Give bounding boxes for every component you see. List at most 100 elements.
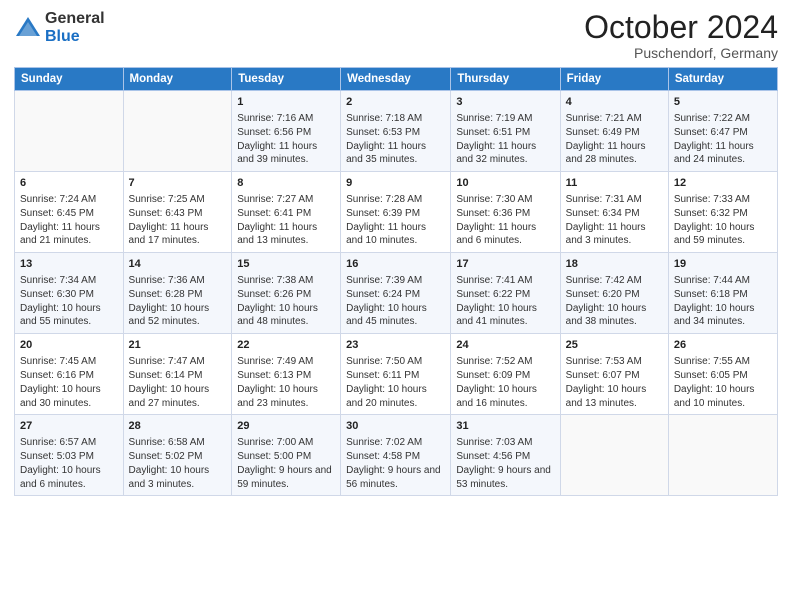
calendar-cell: 9Sunrise: 7:28 AMSunset: 6:39 PMDaylight… [341, 172, 451, 253]
calendar-cell: 11Sunrise: 7:31 AMSunset: 6:34 PMDayligh… [560, 172, 668, 253]
day-info: Sunrise: 7:21 AMSunset: 6:49 PMDaylight:… [566, 112, 663, 167]
day-info: Sunrise: 7:00 AMSunset: 5:00 PMDaylight:… [237, 436, 335, 491]
day-number: 28 [129, 419, 227, 434]
calendar-cell: 17 Sunrise: 7:41 AMSunset: 6:22 PMDayligh… [451, 253, 560, 334]
day-info: Sunrise: 7:34 AMSunset: 6:30 PMDaylight:… [20, 274, 118, 329]
day-info: Sunrise: 7:42 AMSunset: 6:20 PMDaylight:… [566, 274, 663, 329]
day-info: Sunrise: 7:41 AMSunset: 6:22 PMDaylight:… [456, 274, 554, 329]
day-info: Sunrise: 6:58 AMSunset: 5:02 PMDaylight:… [129, 436, 227, 491]
calendar-cell: 21Sunrise: 7:47 AMSunset: 6:14 PMDayligh… [123, 334, 232, 415]
calendar-week-4: 20 Sunrise: 7:45 AMSunset: 6:16 PMDayligh… [15, 334, 778, 415]
calendar-header-row: SundayMondayTuesdayWednesdayThursdayFrid… [15, 68, 778, 91]
day-number: 23 [346, 338, 445, 353]
day-info: Sunrise: 7:27 AMSunset: 6:41 PMDaylight:… [237, 193, 335, 248]
calendar-cell: 20 Sunrise: 7:45 AMSunset: 6:16 PMDayligh… [15, 334, 124, 415]
day-info: Sunrise: 7:44 AMSunset: 6:18 PMDaylight:… [674, 274, 772, 329]
day-info: Sunrise: 7:47 AMSunset: 6:14 PMDaylight:… [129, 355, 227, 410]
title-block: October 2024 Puschendorf, Germany [584, 10, 778, 61]
calendar-cell: 13 Sunrise: 7:34 AMSunset: 6:30 PMDayligh… [15, 253, 124, 334]
day-info: Sunrise: 7:52 AMSunset: 6:09 PMDaylight:… [456, 355, 554, 410]
calendar-week-1: 1Sunrise: 7:16 AMSunset: 6:56 PMDaylight… [15, 91, 778, 172]
calendar-cell: 5 Sunrise: 7:22 AMSunset: 6:47 PMDaylight… [668, 91, 777, 172]
calendar-week-5: 27 Sunrise: 6:57 AMSunset: 5:03 PMDayligh… [15, 415, 778, 496]
day-number: 26 [674, 338, 772, 353]
day-number: 4 [566, 95, 663, 110]
calendar-cell: 18 Sunrise: 7:42 AMSunset: 6:20 PMDayligh… [560, 253, 668, 334]
day-info: Sunrise: 7:50 AMSunset: 6:11 PMDaylight:… [346, 355, 445, 410]
calendar-cell: 19 Sunrise: 7:44 AMSunset: 6:18 PMDayligh… [668, 253, 777, 334]
day-info: Sunrise: 7:36 AMSunset: 6:28 PMDaylight:… [129, 274, 227, 329]
calendar-cell [123, 91, 232, 172]
day-info: Sunrise: 7:45 AMSunset: 6:16 PMDaylight:… [20, 355, 118, 410]
day-number: 18 [566, 257, 663, 272]
day-info: Sunrise: 7:02 AMSunset: 4:58 PMDaylight:… [346, 436, 445, 491]
day-number: 24 [456, 338, 554, 353]
calendar-cell: 2 Sunrise: 7:18 AMSunset: 6:53 PMDaylight… [341, 91, 451, 172]
calendar-body: 1Sunrise: 7:16 AMSunset: 6:56 PMDaylight… [15, 91, 778, 496]
day-info: Sunrise: 7:53 AMSunset: 6:07 PMDaylight:… [566, 355, 663, 410]
day-number: 15 [237, 257, 335, 272]
col-header-monday: Monday [123, 68, 232, 91]
day-number: 29 [237, 419, 335, 434]
calendar-cell [668, 415, 777, 496]
calendar-cell: 26Sunrise: 7:55 AMSunset: 6:05 PMDayligh… [668, 334, 777, 415]
day-info: Sunrise: 7:03 AMSunset: 4:56 PMDaylight:… [456, 436, 554, 491]
day-info: Sunrise: 7:18 AMSunset: 6:53 PMDaylight:… [346, 112, 445, 167]
col-header-friday: Friday [560, 68, 668, 91]
day-info: Sunrise: 7:30 AMSunset: 6:36 PMDaylight:… [456, 193, 554, 248]
day-number: 27 [20, 419, 118, 434]
calendar-cell: 24 Sunrise: 7:52 AMSunset: 6:09 PMDayligh… [451, 334, 560, 415]
day-info: Sunrise: 7:39 AMSunset: 6:24 PMDaylight:… [346, 274, 445, 329]
calendar-cell: 3Sunrise: 7:19 AMSunset: 6:51 PMDaylight… [451, 91, 560, 172]
day-number: 19 [674, 257, 772, 272]
day-number: 2 [346, 95, 445, 110]
day-number: 6 [20, 176, 118, 191]
calendar-cell: 12 Sunrise: 7:33 AMSunset: 6:32 PMDayligh… [668, 172, 777, 253]
calendar-cell: 8 Sunrise: 7:27 AMSunset: 6:41 PMDaylight… [232, 172, 341, 253]
logo-general: General [45, 10, 105, 28]
calendar-cell: 15 Sunrise: 7:38 AMSunset: 6:26 PMDayligh… [232, 253, 341, 334]
calendar-cell: 7 Sunrise: 7:25 AMSunset: 6:43 PMDaylight… [123, 172, 232, 253]
day-number: 5 [674, 95, 772, 110]
logo: General Blue [14, 10, 105, 45]
day-number: 22 [237, 338, 335, 353]
header: General Blue October 2024 Puschendorf, G… [14, 10, 778, 61]
day-number: 8 [237, 176, 335, 191]
day-number: 7 [129, 176, 227, 191]
calendar-cell: 16 Sunrise: 7:39 AMSunset: 6:24 PMDayligh… [341, 253, 451, 334]
logo-text: General Blue [45, 10, 105, 45]
day-number: 10 [456, 176, 554, 191]
calendar-cell: 1Sunrise: 7:16 AMSunset: 6:56 PMDaylight… [232, 91, 341, 172]
day-info: Sunrise: 7:38 AMSunset: 6:26 PMDaylight:… [237, 274, 335, 329]
col-header-wednesday: Wednesday [341, 68, 451, 91]
day-number: 12 [674, 176, 772, 191]
day-number: 20 [20, 338, 118, 353]
day-info: Sunrise: 7:24 AMSunset: 6:45 PMDaylight:… [20, 193, 118, 248]
calendar: SundayMondayTuesdayWednesdayThursdayFrid… [14, 67, 778, 496]
calendar-cell: 31 Sunrise: 7:03 AMSunset: 4:56 PMDayligh… [451, 415, 560, 496]
calendar-cell: 10 Sunrise: 7:30 AMSunset: 6:36 PMDayligh… [451, 172, 560, 253]
day-number: 13 [20, 257, 118, 272]
page: General Blue October 2024 Puschendorf, G… [0, 0, 792, 612]
calendar-cell: 28 Sunrise: 6:58 AMSunset: 5:02 PMDayligh… [123, 415, 232, 496]
day-info: Sunrise: 6:57 AMSunset: 5:03 PMDaylight:… [20, 436, 118, 491]
calendar-cell: 25 Sunrise: 7:53 AMSunset: 6:07 PMDayligh… [560, 334, 668, 415]
day-number: 9 [346, 176, 445, 191]
calendar-cell: 6 Sunrise: 7:24 AMSunset: 6:45 PMDaylight… [15, 172, 124, 253]
day-number: 25 [566, 338, 663, 353]
day-number: 31 [456, 419, 554, 434]
col-header-tuesday: Tuesday [232, 68, 341, 91]
calendar-week-2: 6 Sunrise: 7:24 AMSunset: 6:45 PMDaylight… [15, 172, 778, 253]
day-info: Sunrise: 7:33 AMSunset: 6:32 PMDaylight:… [674, 193, 772, 248]
day-info: Sunrise: 7:31 AMSunset: 6:34 PMDaylight:… [566, 193, 663, 248]
day-number: 3 [456, 95, 554, 110]
calendar-cell: 29 Sunrise: 7:00 AMSunset: 5:00 PMDayligh… [232, 415, 341, 496]
calendar-cell: 27 Sunrise: 6:57 AMSunset: 5:03 PMDayligh… [15, 415, 124, 496]
month-title: October 2024 [584, 10, 778, 45]
calendar-cell [560, 415, 668, 496]
day-number: 16 [346, 257, 445, 272]
day-number: 17 [456, 257, 554, 272]
day-info: Sunrise: 7:22 AMSunset: 6:47 PMDaylight:… [674, 112, 772, 167]
calendar-cell: 23 Sunrise: 7:50 AMSunset: 6:11 PMDayligh… [341, 334, 451, 415]
day-info: Sunrise: 7:25 AMSunset: 6:43 PMDaylight:… [129, 193, 227, 248]
